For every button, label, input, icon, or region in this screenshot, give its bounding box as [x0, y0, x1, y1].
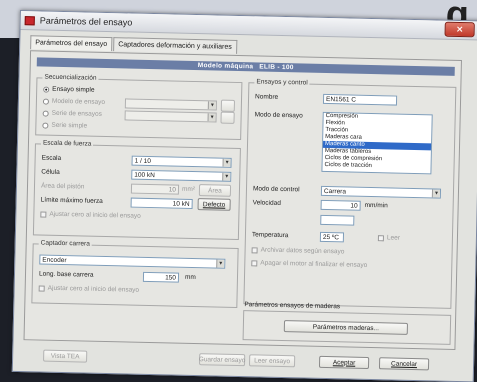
- nombre-value: EN1561 C: [325, 95, 357, 104]
- long-base-value: 150: [165, 273, 177, 282]
- serie-ensayos-radio[interactable]: [42, 110, 49, 117]
- archivar-datos-checkbox[interactable]: [251, 247, 258, 254]
- ajustar-cero-carrera-checkbox[interactable]: [38, 285, 45, 292]
- captador-value: Encoder: [42, 256, 67, 264]
- chevron-down-icon: ▼: [207, 113, 216, 122]
- parametros-maderas-button[interactable]: Parámetros maderas...: [283, 320, 409, 335]
- velocidad-value: 10: [350, 202, 358, 210]
- tab-content: Modelo máquina ELIB - 100 Secuencializac…: [23, 50, 462, 350]
- window-title: Parámetros del ensayo: [39, 15, 133, 28]
- limite-fuerza-input[interactable]: 10 kN: [130, 197, 193, 209]
- maderas-title: Parámetros ensayos de maderas: [244, 301, 341, 311]
- celula-value: 100 kN: [134, 171, 155, 179]
- nombre-label: Nombre: [255, 93, 279, 101]
- model-label: Modelo máquina: [197, 62, 254, 71]
- model-bar: Modelo máquina ELIB - 100: [36, 57, 455, 76]
- modelo-ensayo-select[interactable]: ▼: [124, 98, 217, 111]
- escala-fuerza-group: Escala de fuerza Escala 1 / 10 ▼ Célula …: [32, 139, 241, 241]
- modo-control-value: Carrera: [323, 187, 347, 195]
- area-button[interactable]: Área: [198, 184, 232, 197]
- secuencializacion-title: Secuencialización: [42, 73, 99, 82]
- ajustar-cero-fuerza-label: Ajustar cero al inicio del ensayo: [49, 210, 141, 220]
- leer-temperatura-label: Leer: [386, 234, 401, 242]
- leer-ensayo-button[interactable]: Leer ensayo: [248, 354, 296, 368]
- long-base-unit: mm: [184, 273, 196, 282]
- modelo-ensayo-radio[interactable]: [42, 98, 49, 105]
- captador-select[interactable]: Encoder ▼: [39, 254, 226, 269]
- area-piston-label: Área del pistón: [40, 182, 85, 191]
- limite-fuerza-value: 10 kN: [172, 200, 190, 208]
- area-piston-value: 10: [168, 185, 177, 194]
- apagar-motor-checkbox[interactable]: [251, 260, 258, 267]
- vista-tea-button[interactable]: Vista TEA: [43, 349, 88, 363]
- ensayo-simple-radio[interactable]: [43, 86, 50, 93]
- chevron-down-icon: ▼: [222, 158, 231, 167]
- leer-temperatura-checkbox[interactable]: [377, 235, 384, 242]
- serie-ensayos-select[interactable]: ▼: [124, 110, 217, 123]
- archivar-datos-label: Archivar datos según ensayo: [260, 246, 345, 256]
- modo-control-select[interactable]: Carrera ▼: [320, 185, 442, 199]
- serie-ensayos-label: Serie de ensayos: [51, 109, 102, 118]
- escala-label: Escala: [41, 154, 62, 162]
- maderas-group: Parámetros ensayos de maderas Parámetros…: [242, 301, 452, 345]
- cancelar-button[interactable]: Cancelar: [378, 357, 430, 371]
- modo-ensayo-label: Modo de ensayo: [254, 111, 303, 120]
- velocidad-extra-input[interactable]: [320, 214, 355, 226]
- temperatura-label: Temperatura: [251, 231, 289, 240]
- ensayos-control-title: Ensayos y control: [254, 78, 310, 87]
- modo-ensayo-list[interactable]: Compresión Flexión Tracción Maderas cara…: [321, 111, 433, 175]
- ajustar-cero-carrera-label: Ajustar cero al inicio del ensayo: [47, 284, 140, 294]
- chevron-down-icon: ▼: [207, 101, 216, 110]
- chevron-down-icon: ▼: [222, 172, 231, 181]
- serie-ensayos-button[interactable]: [220, 111, 235, 124]
- modo-control-label: Modo de control: [252, 185, 300, 194]
- ajustar-cero-fuerza-checkbox[interactable]: [40, 211, 47, 218]
- serie-simple-radio[interactable]: [42, 122, 49, 129]
- temperatura-input[interactable]: 25 ºC: [319, 231, 345, 243]
- celula-label: Célula: [41, 168, 60, 176]
- chevron-down-icon: ▼: [216, 259, 225, 268]
- escala-fuerza-title: Escala de fuerza: [40, 139, 94, 148]
- temperatura-value: 25 ºC: [322, 233, 340, 241]
- modelo-ensayo-button[interactable]: [220, 99, 236, 112]
- defecto-button[interactable]: Defecto: [197, 198, 231, 211]
- area-unit: mm²: [181, 185, 196, 194]
- dialog-window: Parámetros del ensayo × Parámetros del e…: [11, 10, 477, 382]
- long-base-input[interactable]: 150: [142, 271, 180, 283]
- apagar-motor-label: Apagar el motor al finalizar el ensayo: [260, 259, 368, 269]
- ensayos-control-group: Ensayos y control Nombre EN1561 C Modo d…: [243, 78, 457, 309]
- serie-simple-label: Serie simple: [51, 121, 88, 130]
- ensayo-simple-label: Ensayo simple: [52, 85, 95, 94]
- velocidad-unit: mm/min: [364, 201, 388, 210]
- chevron-down-icon: ▼: [431, 189, 441, 198]
- escala-select[interactable]: 1 / 10 ▼: [131, 155, 232, 168]
- area-piston-input[interactable]: 10: [130, 183, 180, 195]
- defecto-label: Defecto: [202, 200, 226, 209]
- guardar-ensayo-button[interactable]: Guardar ensayo: [199, 353, 246, 367]
- long-base-label: Long. base carrera: [38, 270, 94, 279]
- celula-select[interactable]: 100 kN ▼: [131, 169, 232, 182]
- tab-captadores[interactable]: Captadores deformación y auxiliares: [113, 37, 237, 54]
- cancelar-label: Cancelar: [390, 360, 418, 368]
- model-value: ELIB - 100: [259, 63, 294, 72]
- aceptar-label: Aceptar: [332, 358, 356, 367]
- close-button[interactable]: ×: [444, 21, 475, 38]
- escala-value: 1 / 10: [134, 157, 151, 165]
- nombre-input[interactable]: EN1561 C: [322, 93, 398, 106]
- modelo-ensayo-label: Modelo de ensayo: [51, 97, 106, 106]
- secuencializacion-group: Secuencialización Ensayo simple Modelo d…: [35, 73, 243, 141]
- list-item[interactable]: Ciclos de tracción: [322, 162, 430, 171]
- aceptar-button[interactable]: Aceptar: [318, 355, 370, 370]
- captador-carrera-group: Captador carrera Encoder ▼ Long. base ca…: [31, 239, 239, 309]
- velocidad-label: Velocidad: [252, 199, 281, 207]
- tab-parametros-ensayo[interactable]: Parámetros del ensayo: [30, 35, 113, 52]
- app-icon: [24, 15, 35, 25]
- limite-fuerza-label: Límite máximo fuerza: [40, 196, 103, 205]
- velocidad-input[interactable]: 10: [320, 199, 361, 211]
- captador-carrera-title: Captador carrera: [38, 239, 92, 248]
